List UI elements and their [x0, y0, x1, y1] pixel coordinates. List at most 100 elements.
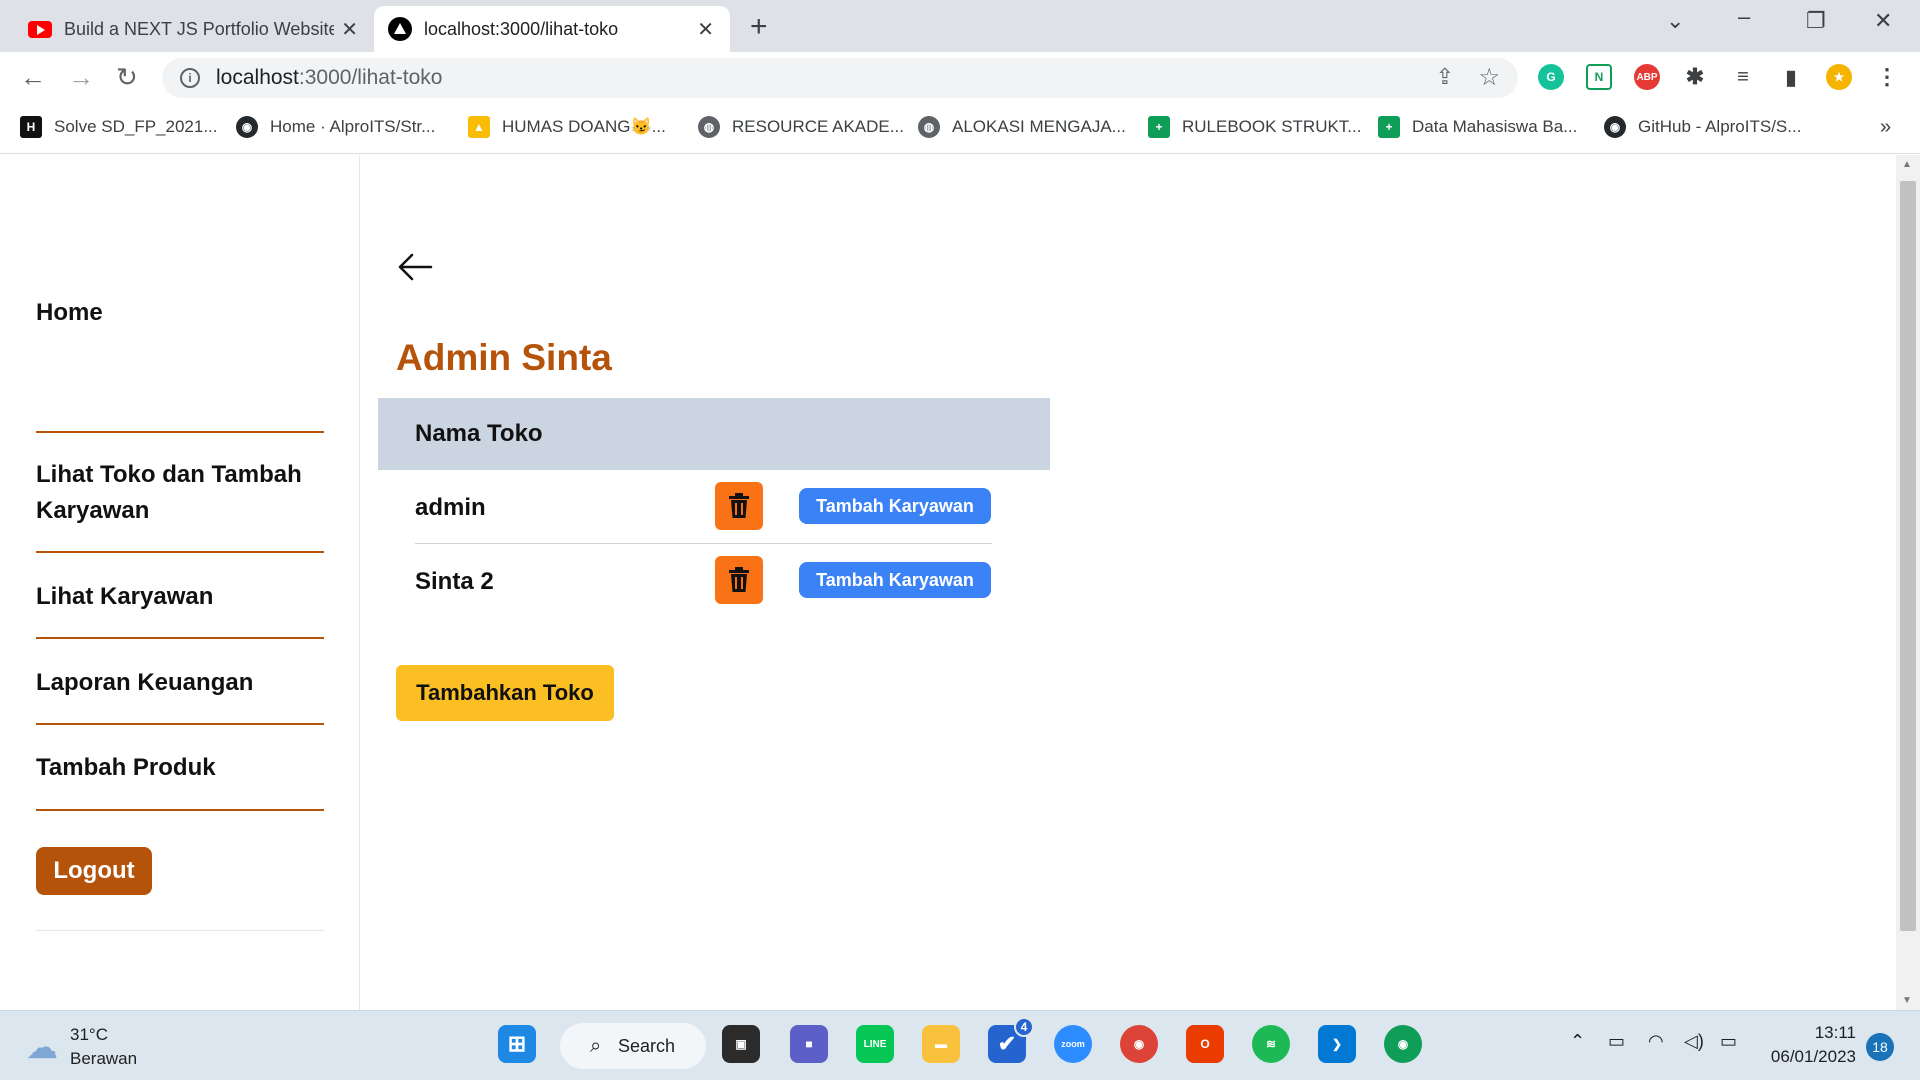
side-panel-icon[interactable]: ▮: [1778, 64, 1804, 90]
back-icon[interactable]: ←: [20, 62, 46, 93]
bookmark-item[interactable]: ▲ HUMAS DOANG😼...: [468, 116, 666, 138]
sidebar-item-laporan-keuangan[interactable]: Laporan Keuangan: [36, 665, 324, 701]
sidebar: Home Lihat Toko dan Tambah Karyawan Liha…: [0, 155, 360, 1010]
search-icon: ⌕: [590, 1034, 602, 1057]
bookmark-item[interactable]: ◉ GitHub - AlproITS/S...: [1604, 116, 1801, 138]
google-sheets-icon: +: [1378, 116, 1400, 138]
page-title: Admin Sinta: [396, 337, 612, 378]
bookmark-label: RULEBOOK STRUKT...: [1182, 117, 1362, 136]
column-header-nama-toko: Nama Toko: [415, 420, 543, 447]
info-icon[interactable]: i: [180, 68, 200, 88]
bookmark-label: HUMAS DOANG😼...: [502, 117, 666, 136]
delete-button[interactable]: [715, 482, 763, 530]
back-arrow-icon[interactable]: [397, 247, 433, 292]
clock[interactable]: 13:11 06/01/2023: [1764, 1021, 1856, 1069]
bookmark-label: Home · AlproITS/Str...: [270, 117, 436, 136]
vscode-icon[interactable]: ❯: [1318, 1025, 1356, 1063]
tambahkan-toko-button[interactable]: Tambahkan Toko: [396, 665, 614, 721]
todo-badge: 4: [1014, 1017, 1034, 1037]
extensions-puzzle-icon[interactable]: ✱: [1682, 64, 1708, 90]
teams-chat-icon[interactable]: ■: [790, 1025, 828, 1063]
reload-icon[interactable]: ↻: [116, 62, 138, 93]
zoom-icon[interactable]: zoom: [1054, 1025, 1092, 1063]
adblock-icon[interactable]: ABP: [1634, 64, 1660, 90]
globe-icon: ◍: [918, 116, 940, 138]
table-row: admin Tambah Karyawan: [415, 470, 992, 544]
media-queue-icon[interactable]: ≡: [1730, 64, 1756, 90]
scroll-up-icon[interactable]: ▲: [1902, 159, 1912, 170]
browser-toolbar: ← → ↻ i localhost:3000/lihat-toko ⇪ ☆ G …: [0, 52, 1920, 102]
tambah-karyawan-button[interactable]: Tambah Karyawan: [799, 562, 991, 598]
tab-youtube[interactable]: Build a NEXT JS Portfolio Website ✕: [14, 6, 374, 52]
bookmark-item[interactable]: + Data Mahasiswa Ba...: [1378, 116, 1577, 138]
notion-extension-icon[interactable]: N: [1586, 64, 1612, 90]
sidebar-divider: [36, 637, 324, 639]
chevron-up-icon[interactable]: ⌃: [1570, 1031, 1585, 1052]
trash-icon: [729, 493, 749, 518]
logout-button[interactable]: Logout: [36, 847, 152, 895]
sidebar-item-tambah-produk[interactable]: Tambah Produk: [36, 750, 324, 786]
cloud-icon: ☁: [26, 1029, 58, 1065]
delete-button[interactable]: [715, 556, 763, 604]
bookmark-label: ALOKASI MENGAJA...: [952, 117, 1126, 136]
chrome-profile-icon[interactable]: ◉: [1384, 1025, 1422, 1063]
profile-avatar[interactable]: ★: [1826, 64, 1852, 90]
office-icon[interactable]: O: [1186, 1025, 1224, 1063]
bookmark-item[interactable]: ◍ ALOKASI MENGAJA...: [918, 116, 1126, 138]
file-explorer-icon[interactable]: ▬: [922, 1025, 960, 1063]
bookmark-item[interactable]: ◉ Home · AlproITS/Str...: [236, 116, 435, 138]
sidebar-item-lihat-karyawan[interactable]: Lihat Karyawan: [36, 579, 324, 615]
globe-icon: ◍: [698, 116, 720, 138]
window-close-icon[interactable]: ✕: [1874, 8, 1892, 34]
scrollbar-thumb[interactable]: [1900, 181, 1916, 931]
bookmark-item[interactable]: H Solve SD_FP_2021...: [20, 116, 217, 138]
hackerrank-icon: H: [20, 116, 42, 138]
close-icon[interactable]: ✕: [341, 17, 358, 42]
line-app-icon[interactable]: LINE: [856, 1025, 894, 1063]
tab-title: localhost:3000/lihat-toko: [424, 18, 619, 39]
battery-icon[interactable]: ▭: [1720, 1031, 1737, 1052]
chrome-icon[interactable]: ◉: [1120, 1025, 1158, 1063]
new-tab-icon[interactable]: +: [750, 10, 768, 44]
forward-icon[interactable]: →: [68, 62, 94, 93]
url-host: localhost: [216, 66, 299, 89]
address-bar[interactable]: i localhost:3000/lihat-toko ⇪ ☆: [162, 58, 1518, 98]
chevron-down-icon[interactable]: ⌄: [1666, 8, 1684, 34]
star-icon[interactable]: ☆: [1478, 63, 1500, 92]
sidebar-divider: [36, 723, 324, 725]
spotify-icon[interactable]: ≋: [1252, 1025, 1290, 1063]
windows-start-icon[interactable]: ⊞: [498, 1025, 536, 1063]
close-icon[interactable]: ✕: [697, 17, 714, 42]
search-label: Search: [618, 1035, 676, 1056]
store-name: admin: [415, 494, 486, 521]
notification-badge[interactable]: 18: [1866, 1033, 1894, 1061]
share-icon[interactable]: ⇪: [1436, 64, 1454, 90]
sidebar-divider: [36, 551, 324, 553]
sidebar-item-home[interactable]: Home: [36, 295, 324, 331]
bookmark-item[interactable]: ◍ RESOURCE AKADE...: [698, 116, 904, 138]
grammarly-icon[interactable]: G: [1538, 64, 1564, 90]
weather-widget[interactable]: ☁ 31°C Berawan: [26, 1023, 137, 1071]
taskbar-search[interactable]: ⌕ Search: [560, 1023, 706, 1069]
github-icon: ◉: [1604, 116, 1626, 138]
task-view-icon[interactable]: ▣: [722, 1025, 760, 1063]
restore-icon[interactable]: ❐: [1806, 8, 1826, 34]
url-text: localhost:3000/lihat-toko: [216, 66, 443, 90]
minimize-icon[interactable]: –: [1738, 4, 1750, 30]
tambah-karyawan-button[interactable]: Tambah Karyawan: [799, 488, 991, 524]
table-header: Nama Toko: [378, 398, 1050, 470]
wifi-icon[interactable]: ◠: [1648, 1031, 1664, 1052]
volume-icon[interactable]: ◁): [1684, 1031, 1704, 1052]
bookmark-item[interactable]: + RULEBOOK STRUKT...: [1148, 116, 1361, 138]
todo-icon[interactable]: ✔ 4: [988, 1017, 1034, 1063]
bookmark-label: GitHub - AlproITS/S...: [1638, 117, 1802, 136]
scrollbar[interactable]: ▲ ▼: [1896, 155, 1920, 1010]
tab-lihat-toko[interactable]: localhost:3000/lihat-toko ✕: [374, 6, 730, 52]
sidebar-item-lihat-toko[interactable]: Lihat Toko dan Tambah Karyawan: [36, 457, 324, 529]
scroll-down-icon[interactable]: ▼: [1902, 995, 1912, 1006]
display-icon[interactable]: ▭: [1608, 1031, 1625, 1052]
menu-kebab-icon[interactable]: ⋮: [1874, 64, 1900, 90]
github-icon: ◉: [236, 116, 258, 138]
store-name: Sinta 2: [415, 568, 494, 595]
bookmarks-overflow[interactable]: »: [1880, 116, 1891, 139]
